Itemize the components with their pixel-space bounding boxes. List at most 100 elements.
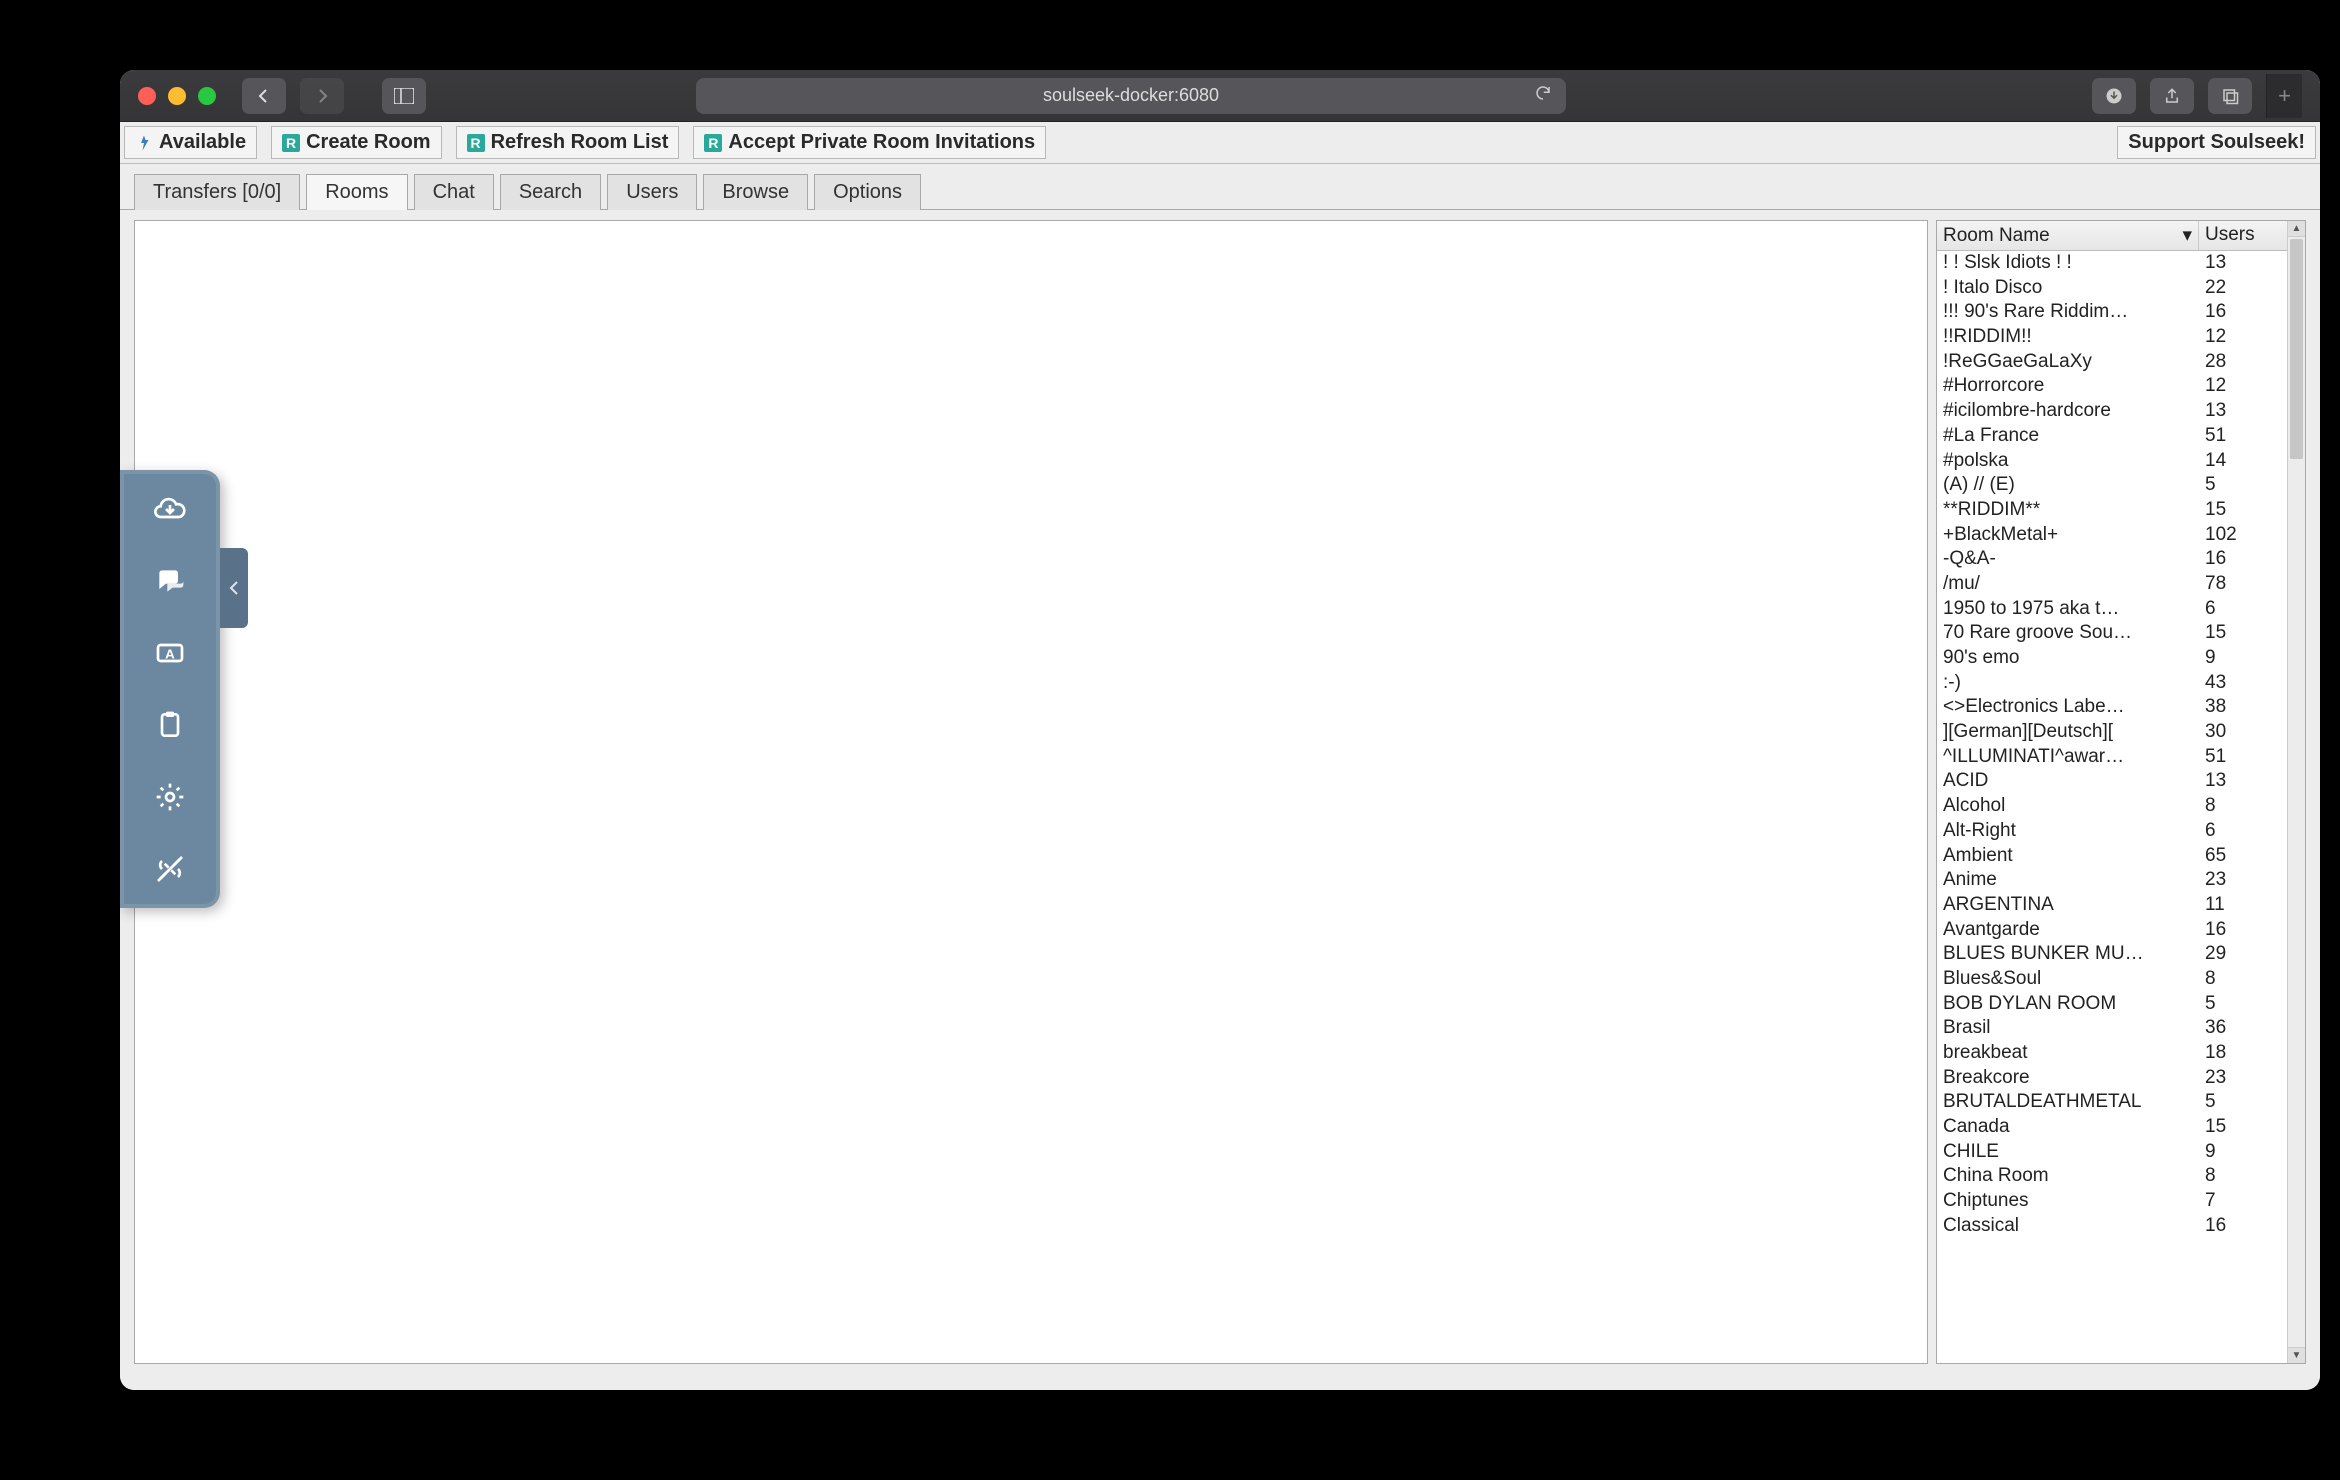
room-row[interactable]: :-)43	[1937, 671, 2287, 696]
room-row[interactable]: 70 Rare groove Sou…15	[1937, 621, 2287, 646]
room-users-cell: 7	[2199, 1189, 2287, 1214]
room-row[interactable]: breakbeat18	[1937, 1041, 2287, 1066]
room-name-cell: #La France	[1937, 424, 2199, 449]
tab-users[interactable]: Users	[607, 174, 697, 210]
reload-icon[interactable]	[1534, 84, 1552, 107]
room-row[interactable]: ][German][Deutsch][30	[1937, 720, 2287, 745]
room-row[interactable]: **RIDDIM**15	[1937, 498, 2287, 523]
room-users-cell: 8	[2199, 967, 2287, 992]
room-row[interactable]: !ReGGaeGaLaXy28	[1937, 350, 2287, 375]
status-available-button[interactable]: Available	[124, 126, 257, 159]
vnc-chat-icon[interactable]	[149, 560, 191, 602]
room-name-cell: #icilombre-hardcore	[1937, 399, 2199, 424]
tab-search[interactable]: Search	[500, 174, 601, 210]
room-row[interactable]: CHILE9	[1937, 1140, 2287, 1165]
scroll-thumb[interactable]	[2290, 239, 2303, 459]
room-users-cell: 9	[2199, 646, 2287, 671]
room-name-cell: <>Electronics Labe…	[1937, 695, 2199, 720]
scrollbar[interactable]: ▲ ▼	[2287, 221, 2305, 1363]
support-label: Support Soulseek!	[2128, 131, 2305, 154]
room-row[interactable]: #polska14	[1937, 449, 2287, 474]
room-row[interactable]: Ambient65	[1937, 844, 2287, 869]
room-row[interactable]: /mu/78	[1937, 572, 2287, 597]
room-users-cell: 22	[2199, 276, 2287, 301]
room-row[interactable]: Canada15	[1937, 1115, 2287, 1140]
room-users-cell: 38	[2199, 695, 2287, 720]
col-room-name[interactable]: Room Name ▾	[1937, 221, 2199, 250]
room-name-cell: 1950 to 1975 aka t…	[1937, 597, 2199, 622]
room-users-cell: 12	[2199, 374, 2287, 399]
room-row[interactable]: BOB DYLAN ROOM5	[1937, 992, 2287, 1017]
url-bar[interactable]: soulseek-docker:6080	[696, 78, 1566, 114]
vnc-keyboard-icon[interactable]: A	[149, 632, 191, 674]
room-users-cell: 15	[2199, 1115, 2287, 1140]
scroll-down-icon[interactable]: ▼	[2288, 1347, 2305, 1363]
room-row[interactable]: BLUES BUNKER MU…29	[1937, 942, 2287, 967]
room-row[interactable]: Anime23	[1937, 868, 2287, 893]
forward-button[interactable]	[300, 78, 344, 114]
room-row[interactable]: <>Electronics Labe…38	[1937, 695, 2287, 720]
col-users[interactable]: Users	[2199, 221, 2287, 250]
support-soulseek-button[interactable]: Support Soulseek!	[2117, 126, 2316, 159]
accept-invites-button[interactable]: R Accept Private Room Invitations	[693, 126, 1046, 159]
room-row[interactable]: #icilombre-hardcore13	[1937, 399, 2287, 424]
room-users-cell: 16	[2199, 300, 2287, 325]
downloads-icon[interactable]	[2092, 78, 2136, 114]
room-row[interactable]: !!! 90's Rare Riddim…16	[1937, 300, 2287, 325]
room-row[interactable]: 90's emo9	[1937, 646, 2287, 671]
tabs-overview-icon[interactable]	[2208, 78, 2252, 114]
room-row[interactable]: ^ILLUMINATI^awar…51	[1937, 745, 2287, 770]
tab-transfers[interactable]: Transfers [0/0]	[134, 174, 300, 210]
scroll-up-icon[interactable]: ▲	[2288, 221, 2305, 237]
sidebar-toggle-icon[interactable]	[382, 78, 426, 114]
room-table-body[interactable]: ! ! Slsk Idiots ! !13! Italo Disco22!!! …	[1937, 251, 2287, 1363]
room-row[interactable]: 1950 to 1975 aka t…6	[1937, 597, 2287, 622]
room-row[interactable]: China Room8	[1937, 1164, 2287, 1189]
room-users-cell: 16	[2199, 547, 2287, 572]
refresh-room-list-button[interactable]: R Refresh Room List	[456, 126, 680, 159]
room-row[interactable]: ARGENTINA11	[1937, 893, 2287, 918]
browser-window: soulseek-docker:6080 + Available	[120, 70, 2320, 1390]
room-row[interactable]: ! ! Slsk Idiots ! !13	[1937, 251, 2287, 276]
room-name-cell: #polska	[1937, 449, 2199, 474]
room-name-cell: Chiptunes	[1937, 1189, 2199, 1214]
room-row[interactable]: BRUTALDEATHMETAL5	[1937, 1090, 2287, 1115]
tab-chat[interactable]: Chat	[414, 174, 494, 210]
tab-rooms[interactable]: Rooms	[306, 174, 407, 210]
room-row[interactable]: Breakcore23	[1937, 1066, 2287, 1091]
back-button[interactable]	[242, 78, 286, 114]
room-row[interactable]: ACID13	[1937, 769, 2287, 794]
tab-browse[interactable]: Browse	[703, 174, 808, 210]
minimize-window-icon[interactable]	[168, 87, 186, 105]
room-row[interactable]: -Q&A-16	[1937, 547, 2287, 572]
vnc-download-icon[interactable]	[149, 488, 191, 530]
room-row[interactable]: Brasil36	[1937, 1016, 2287, 1041]
new-tab-button[interactable]: +	[2266, 74, 2302, 118]
room-row[interactable]: !!RIDDIM!!12	[1937, 325, 2287, 350]
room-row[interactable]: Alt-Right6	[1937, 819, 2287, 844]
vnc-settings-icon[interactable]	[149, 776, 191, 818]
room-row[interactable]: Chiptunes7	[1937, 1189, 2287, 1214]
room-row[interactable]: Alcohol8	[1937, 794, 2287, 819]
close-window-icon[interactable]	[138, 87, 156, 105]
maximize-window-icon[interactable]	[198, 87, 216, 105]
room-row[interactable]: Avantgarde16	[1937, 918, 2287, 943]
vnc-sidebar-collapse[interactable]	[220, 548, 248, 628]
vnc-sidebar: A	[120, 470, 220, 908]
room-row[interactable]: ! Italo Disco22	[1937, 276, 2287, 301]
share-icon[interactable]	[2150, 78, 2194, 114]
room-row[interactable]: Blues&Soul8	[1937, 967, 2287, 992]
app-viewport: Available R Create Room R Refresh Room L…	[120, 122, 2320, 1390]
vnc-clipboard-icon[interactable]	[149, 704, 191, 746]
vnc-disconnect-icon[interactable]	[149, 848, 191, 890]
tab-strip: Transfers [0/0] Rooms Chat Search Users …	[120, 164, 2320, 210]
room-row[interactable]: Classical16	[1937, 1214, 2287, 1239]
room-row[interactable]: (A) // (E)5	[1937, 473, 2287, 498]
create-room-button[interactable]: R Create Room	[271, 126, 441, 159]
room-row[interactable]: +BlackMetal+102	[1937, 523, 2287, 548]
room-icon: R	[704, 134, 722, 152]
room-row[interactable]: #Horrorcore12	[1937, 374, 2287, 399]
tab-options[interactable]: Options	[814, 174, 921, 210]
app-toolbar: Available R Create Room R Refresh Room L…	[120, 122, 2320, 164]
room-row[interactable]: #La France51	[1937, 424, 2287, 449]
